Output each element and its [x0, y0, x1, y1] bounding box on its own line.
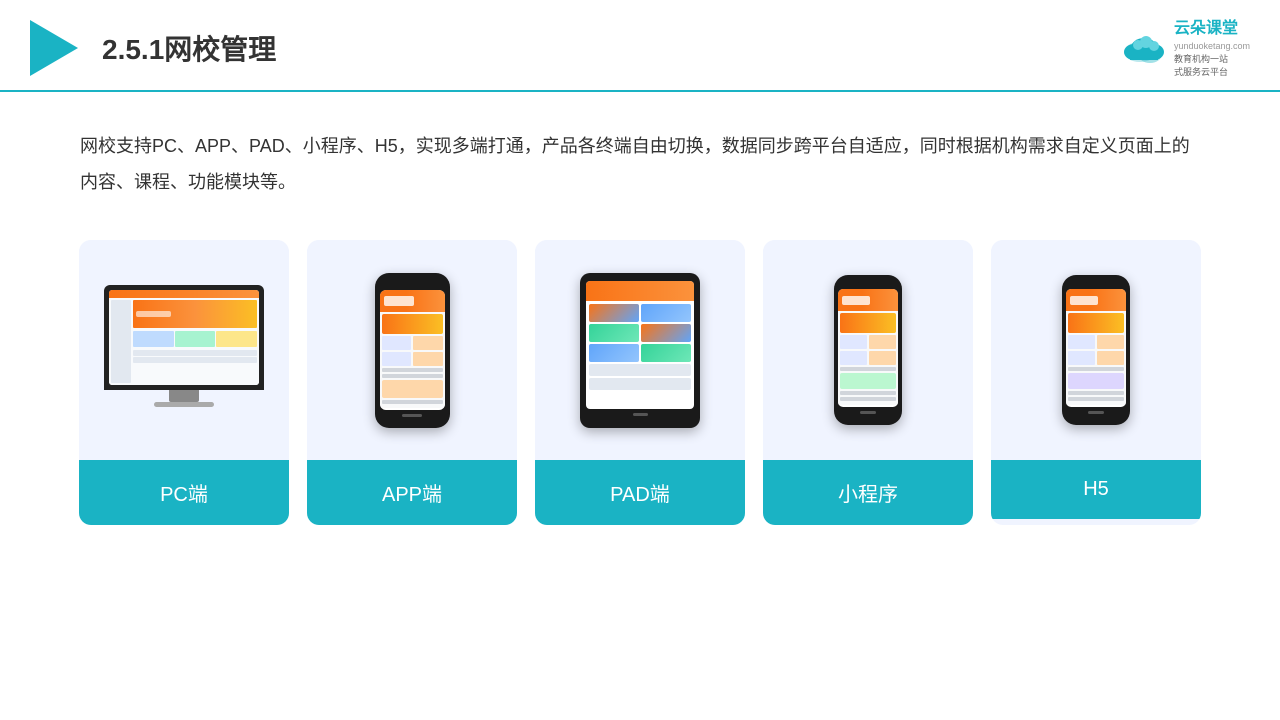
logo-triangle-icon [30, 20, 78, 76]
card-image-miniprogram [763, 240, 973, 460]
cloud-icon [1120, 30, 1168, 66]
brand-name: 云朵课堂 [1174, 18, 1250, 40]
card-pad: PAD端 [535, 240, 745, 525]
tablet-mockup [580, 273, 700, 428]
monitor-mockup [99, 285, 269, 415]
description-text: 网校支持PC、APP、PAD、小程序、H5，实现多端打通，产品各终端自由切换，数… [0, 92, 1280, 220]
card-image-app [307, 240, 517, 460]
brand-logo: 云朵课堂 yunduoketang.com 教育机构一站式服务云平台 [1120, 18, 1250, 78]
h5-phone-notch [1085, 282, 1107, 287]
phone-screen [380, 290, 445, 410]
card-label-h5: H5 [991, 460, 1201, 519]
card-label-pc: PC端 [79, 460, 289, 525]
h5-phone-mockup [1062, 275, 1130, 425]
cards-container: PC端 [0, 220, 1280, 545]
card-label-app: APP端 [307, 460, 517, 525]
phone-mockup [375, 273, 450, 428]
header: 2.5.1网校管理 云朵课堂 yunduoketang.com 教育机构一站式服… [0, 0, 1280, 92]
brand-tagline: 教育机构一站式服务云平台 [1174, 53, 1250, 78]
card-image-h5 [991, 240, 1201, 460]
mini-phone-screen [838, 289, 898, 407]
card-app: APP端 [307, 240, 517, 525]
phone-notch [400, 281, 425, 287]
brand-url: yunduoketang.com [1174, 40, 1250, 53]
card-image-pc [79, 240, 289, 460]
card-h5: H5 [991, 240, 1201, 525]
header-left: 2.5.1网校管理 [30, 20, 276, 76]
card-image-pad [535, 240, 745, 460]
mini-phone-notch [857, 282, 879, 287]
tablet-screen [586, 281, 694, 409]
mini-phone-mockup [834, 275, 902, 425]
header-right: 云朵课堂 yunduoketang.com 教育机构一站式服务云平台 [1120, 18, 1250, 78]
card-miniprogram: 小程序 [763, 240, 973, 525]
page-title: 2.5.1网校管理 [102, 28, 276, 68]
card-pc: PC端 [79, 240, 289, 525]
card-label-pad: PAD端 [535, 460, 745, 525]
brand-text: 云朵课堂 yunduoketang.com 教育机构一站式服务云平台 [1174, 18, 1250, 78]
card-label-miniprogram: 小程序 [763, 460, 973, 525]
h5-phone-screen [1066, 289, 1126, 407]
